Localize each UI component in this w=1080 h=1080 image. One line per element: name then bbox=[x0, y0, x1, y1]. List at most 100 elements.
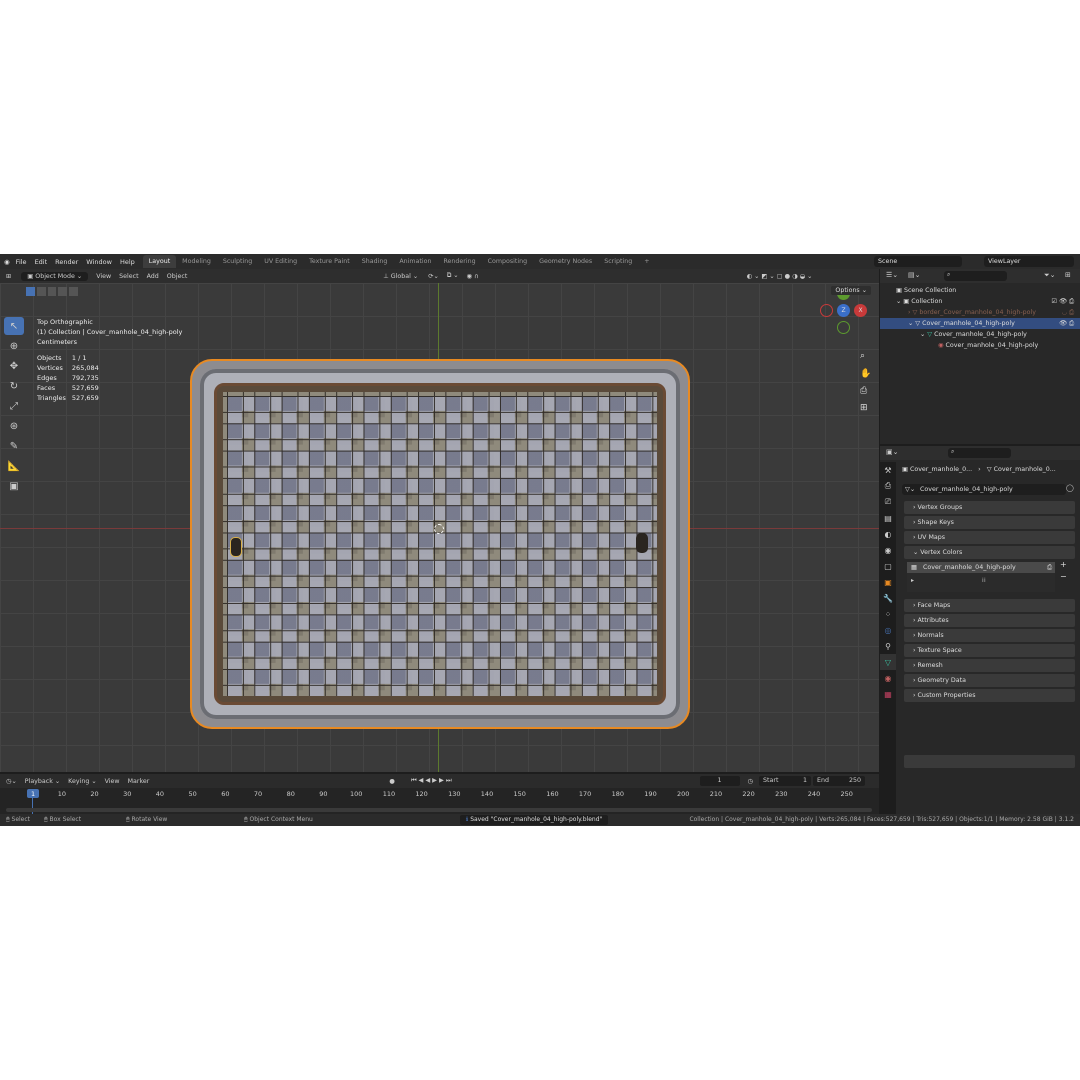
constraints-tab-icon[interactable]: ⚲ bbox=[880, 638, 896, 654]
current-frame-field[interactable]: 1 bbox=[699, 776, 740, 786]
select-mode-new[interactable] bbox=[26, 287, 35, 296]
menu-playback[interactable]: Playback ⌄ bbox=[25, 778, 60, 785]
particles-tab-icon[interactable]: ⁘ bbox=[880, 606, 896, 622]
tab-animation[interactable]: Animation bbox=[393, 255, 437, 268]
scale-tool-icon[interactable]: ⤢ bbox=[4, 397, 24, 415]
snap-icon[interactable]: ⧉ ⌄ bbox=[447, 272, 459, 280]
clock-icon[interactable]: ◷ bbox=[748, 778, 754, 785]
end-frame-field[interactable]: End 250 bbox=[813, 776, 866, 786]
measure-tool-icon[interactable]: 📐 bbox=[4, 457, 24, 475]
transform-orientation[interactable]: ⊥ Global ⌄ bbox=[383, 273, 418, 280]
manhole-cover-model[interactable] bbox=[190, 359, 690, 729]
menu-marker[interactable]: Marker bbox=[128, 778, 150, 785]
gizmo-neg-y[interactable] bbox=[837, 321, 850, 334]
select-mode-invert[interactable] bbox=[58, 287, 68, 296]
menu-help[interactable]: Help bbox=[120, 258, 135, 266]
outliner-search-input[interactable]: ⌕ bbox=[944, 271, 1007, 281]
playback-controls[interactable]: ⏮◀◀▶▶⏭ bbox=[411, 777, 454, 785]
move-tool-icon[interactable]: ✥ bbox=[4, 357, 24, 375]
add-cube-tool-icon[interactable]: ▣ bbox=[4, 477, 24, 495]
visibility-toggles[interactable]: ◡ ⎙ bbox=[1061, 307, 1074, 318]
view-layer-tab-icon[interactable]: ▤ bbox=[880, 510, 896, 526]
menu-file[interactable]: File bbox=[16, 258, 27, 266]
outliner-row-material[interactable]: ◉ Cover_manhole_04_high-poly bbox=[880, 340, 1080, 351]
scene-selector[interactable]: Scene bbox=[874, 256, 962, 267]
world-tab-icon[interactable]: ◉ bbox=[880, 542, 896, 558]
tab-layout[interactable]: Layout bbox=[142, 255, 177, 268]
tab-geometry-nodes[interactable]: Geometry Nodes bbox=[533, 255, 598, 268]
tab-rendering[interactable]: Rendering bbox=[437, 255, 481, 268]
menu-render[interactable]: Render bbox=[55, 258, 78, 266]
fake-user-icon[interactable]: ◯ bbox=[1066, 484, 1074, 492]
frame-ruler[interactable]: 1 10 20 30 40 50 60 70 80 90 100 110 120 130 140 150 160… bbox=[0, 788, 879, 814]
annotate-tool-icon[interactable]: ✎ bbox=[4, 437, 24, 455]
options-button[interactable]: Options ⌄ bbox=[831, 286, 871, 295]
properties-search-input[interactable]: ⌕ bbox=[948, 448, 1011, 458]
tab-uv-editing[interactable]: UV Editing bbox=[258, 255, 303, 268]
pan-icon[interactable]: ✋ bbox=[860, 369, 871, 379]
outliner-row-cover-object[interactable]: ⌄ ▽ Cover_manhole_04_high-poly 👁 ⎙ bbox=[880, 318, 1080, 329]
object-tab-icon[interactable]: ▣ bbox=[880, 574, 896, 590]
menu-edit[interactable]: Edit bbox=[35, 258, 48, 266]
gizmo-x-axis[interactable]: X bbox=[854, 304, 867, 317]
collection-tab-icon[interactable]: ▢ bbox=[880, 558, 896, 574]
editor-type-icon[interactable]: ⊞ bbox=[6, 273, 11, 280]
tab-texture-paint[interactable]: Texture Paint bbox=[303, 255, 356, 268]
material-tab-icon[interactable]: ◉ bbox=[880, 670, 896, 686]
navigation-gizmo[interactable]: Y Z X bbox=[820, 287, 871, 339]
outliner-editor-icon[interactable]: ☰⌄ bbox=[886, 271, 898, 279]
visibility-toggles[interactable]: 👁 ⎙ bbox=[1059, 318, 1074, 329]
start-frame-field[interactable]: Start 1 bbox=[759, 776, 812, 786]
mesh-datablock-field[interactable]: ▽⌄ Cover_manhole_04_high-poly bbox=[902, 484, 1066, 495]
texture-tab-icon[interactable]: ▦ bbox=[880, 686, 896, 702]
rotate-tool-icon[interactable]: ↻ bbox=[4, 377, 24, 395]
outliner-row-scene-collection[interactable]: ▣ Scene Collection bbox=[880, 285, 1080, 296]
menu-keying[interactable]: Keying ⌄ bbox=[68, 778, 96, 785]
timeline-editor-icon[interactable]: ◷⌄ bbox=[6, 778, 17, 785]
transform-tool-icon[interactable]: ⊛ bbox=[4, 417, 24, 435]
select-mode-intersect[interactable] bbox=[69, 287, 78, 296]
render-tab-icon[interactable]: ⎙ bbox=[880, 478, 896, 494]
properties-editor-icon[interactable]: ▣⌄ bbox=[886, 448, 898, 456]
tab-shading[interactable]: Shading bbox=[356, 255, 394, 268]
view-layer-selector[interactable]: ViewLayer bbox=[984, 256, 1074, 267]
timeline-scrollbar[interactable] bbox=[6, 808, 872, 812]
data-tab-icon[interactable]: ▽ bbox=[880, 654, 896, 670]
gizmo-neg-x[interactable] bbox=[820, 304, 833, 317]
menu-select[interactable]: Select bbox=[119, 273, 138, 280]
menu-add[interactable]: Add bbox=[147, 273, 159, 280]
tab-modeling[interactable]: Modeling bbox=[176, 255, 217, 268]
tab-scripting[interactable]: Scripting bbox=[598, 255, 638, 268]
menu-view[interactable]: View bbox=[96, 273, 111, 280]
tool-tab-icon[interactable]: ⚒ bbox=[880, 462, 896, 478]
save-notification[interactable]: ℹ Saved "Cover_manhole_04_high-poly.blen… bbox=[460, 815, 609, 825]
cursor-tool-icon[interactable]: ⊕ bbox=[4, 337, 24, 355]
menu-timeline-view[interactable]: View bbox=[105, 778, 120, 785]
tab-compositing[interactable]: Compositing bbox=[482, 255, 533, 268]
new-collection-icon[interactable]: ⊞ bbox=[1065, 271, 1071, 279]
add-workspace-icon[interactable]: + bbox=[638, 255, 655, 268]
zoom-icon[interactable]: ⌕ bbox=[860, 351, 865, 361]
select-tool-icon[interactable]: ↖ bbox=[4, 317, 24, 335]
outliner-row-border-object[interactable]: › ▽ border_Cover_manhole_04_high-poly ◡ ⎙ bbox=[880, 307, 1080, 318]
perspective-toggle-icon[interactable]: ⊞ bbox=[860, 403, 868, 413]
outliner-row-collection[interactable]: ⌄ ▣ Collection ☑ 👁 ⎙ bbox=[880, 296, 1080, 307]
pivot-icon[interactable]: ⟳⌄ bbox=[428, 273, 439, 280]
outliner-row-mesh-data[interactable]: ⌄ ▽ Cover_manhole_04_high-poly bbox=[880, 329, 1080, 340]
scene-tab-icon[interactable]: ◐ bbox=[880, 526, 896, 542]
select-mode-extend[interactable] bbox=[36, 287, 46, 296]
3d-viewport[interactable]: ⊞ ▣ Object Mode ⌄ View Select Add Object… bbox=[0, 269, 879, 772]
proportional-edit-icon[interactable]: ◉ ∩ bbox=[467, 273, 479, 280]
output-tab-icon[interactable]: ⎚ bbox=[880, 494, 896, 510]
mode-selector[interactable]: ▣ Object Mode ⌄ bbox=[21, 271, 89, 281]
blender-logo-icon[interactable]: ◉ bbox=[4, 258, 10, 266]
physics-tab-icon[interactable]: ◎ bbox=[880, 622, 896, 638]
shading-modes[interactable]: ◐ ⌄ ◩ ⌄ ▢ ● ◑ ◒ ⌄ bbox=[747, 273, 813, 280]
visibility-toggles[interactable]: ☑ 👁 ⎙ bbox=[1051, 296, 1074, 307]
filter-icon[interactable]: ⏷⌄ bbox=[1044, 271, 1055, 280]
tab-sculpting[interactable]: Sculpting bbox=[217, 255, 258, 268]
menu-object[interactable]: Object bbox=[167, 273, 188, 280]
camera-view-icon[interactable]: ⎙ bbox=[860, 386, 867, 396]
display-mode-icon[interactable]: ▤⌄ bbox=[908, 271, 920, 279]
select-mode-subtract[interactable] bbox=[47, 287, 57, 296]
